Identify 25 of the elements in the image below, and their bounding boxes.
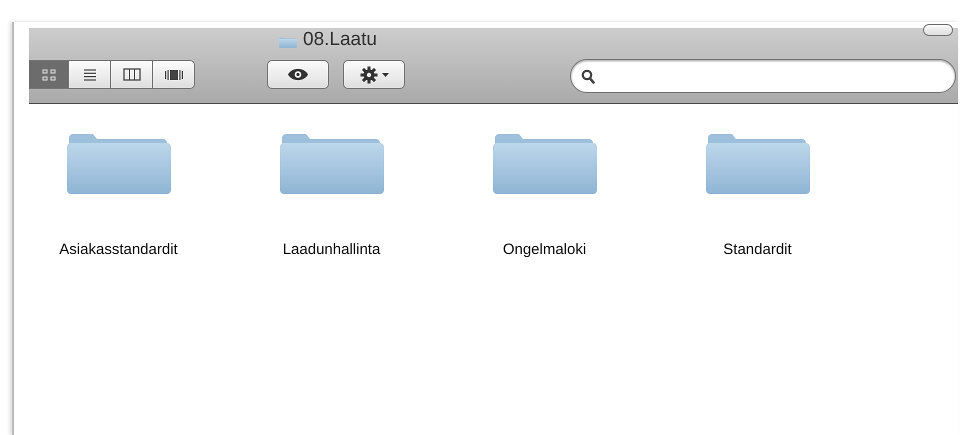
view-mode-button[interactable] — [69, 60, 111, 89]
window-title: 08.Laatu — [303, 30, 377, 49]
folder-label[interactable]: Asiakasstandardit — [59, 239, 178, 262]
folder-icon — [492, 132, 596, 194]
columns-icon — [122, 68, 140, 81]
view-mode-button[interactable] — [111, 60, 153, 89]
folder-icon — [706, 132, 810, 194]
view-mode-button[interactable] — [29, 60, 69, 89]
search-icon — [581, 68, 595, 84]
folder-label[interactable]: Laadunhallinta — [282, 239, 380, 262]
action-menu-button[interactable] — [343, 60, 405, 89]
eye-icon — [287, 68, 309, 81]
folder-label[interactable]: Ongelmaloki — [502, 239, 586, 262]
folder-icon — [66, 132, 170, 194]
folder-icon — [280, 132, 384, 194]
view-mode-button[interactable] — [153, 60, 195, 89]
search-field[interactable] — [570, 59, 956, 93]
caret-icon — [382, 72, 388, 76]
grid-icon — [42, 68, 56, 80]
window-pill-button[interactable] — [923, 24, 953, 36]
cover-flow-icon — [164, 68, 184, 80]
list-icon — [82, 68, 96, 82]
quick-look-button[interactable] — [267, 60, 329, 89]
folder-label[interactable]: Standardit — [723, 239, 792, 262]
folder-icon — [279, 35, 297, 50]
